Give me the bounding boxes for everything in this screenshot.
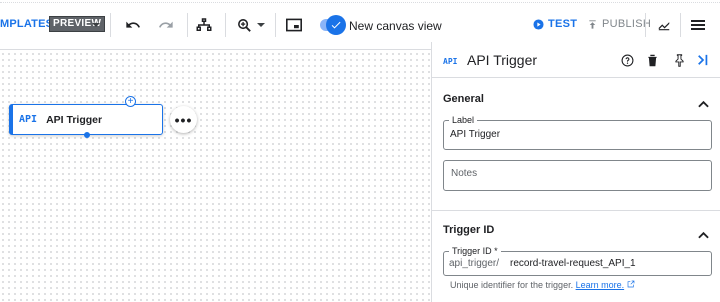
node-output-handle[interactable] bbox=[84, 132, 90, 138]
external-link-icon bbox=[627, 280, 634, 288]
test-button[interactable]: TEST bbox=[533, 18, 577, 30]
panel-header: API API Trigger bbox=[432, 42, 720, 78]
toolbar-separator bbox=[275, 13, 276, 37]
publish-icon bbox=[589, 19, 596, 29]
trigger-id-label: Trigger ID * bbox=[449, 246, 501, 256]
label-field[interactable]: Label API Trigger bbox=[443, 115, 712, 150]
templates-button[interactable]: MPLATES bbox=[0, 18, 53, 30]
toolbar-separator bbox=[680, 13, 681, 37]
publish-button[interactable]: PUBLISH bbox=[587, 18, 651, 30]
toolbar-separator bbox=[187, 13, 188, 37]
canvas-toggle-label: New canvas view bbox=[349, 19, 442, 33]
menu-icon[interactable] bbox=[688, 15, 708, 35]
chevron-up-icon[interactable] bbox=[698, 226, 709, 239]
auto-layout-icon[interactable] bbox=[194, 15, 214, 35]
play-icon bbox=[533, 18, 544, 30]
trigger-id-value: record-travel-request_API_1 bbox=[510, 258, 636, 269]
analytics-icon[interactable] bbox=[654, 15, 674, 35]
pin-icon[interactable] bbox=[671, 52, 687, 68]
version-dropdown-icon[interactable] bbox=[92, 23, 100, 27]
trigger-id-field[interactable]: Trigger ID * api_trigger/ record-travel-… bbox=[443, 246, 712, 276]
toolbar-separator bbox=[225, 13, 226, 37]
collapse-panel-icon[interactable] bbox=[695, 52, 711, 68]
panel-title: API Trigger bbox=[467, 52, 538, 68]
notes-field[interactable]: Notes bbox=[443, 160, 712, 191]
toolbar-separator bbox=[645, 13, 646, 37]
general-section-title: General bbox=[443, 93, 484, 105]
properties-panel: API API Trigger General Label API Trigge… bbox=[431, 42, 720, 302]
add-connection-icon[interactable]: + bbox=[125, 96, 136, 107]
api-trigger-node[interactable]: API API Trigger bbox=[9, 104, 163, 135]
notes-placeholder: Notes bbox=[451, 168, 478, 179]
templates-label: MPLATES bbox=[0, 18, 54, 30]
toolbar-separator bbox=[110, 13, 111, 37]
zoom-dropdown-icon[interactable] bbox=[257, 23, 265, 27]
more-options-button[interactable]: ••• bbox=[170, 106, 197, 133]
help-icon[interactable] bbox=[619, 52, 635, 68]
undo-icon[interactable] bbox=[123, 15, 143, 35]
trigger-id-hint-text: Unique identifier for the trigger. bbox=[450, 280, 574, 290]
minimap-icon[interactable] bbox=[284, 15, 304, 35]
top-divider bbox=[0, 0, 720, 3]
api-icon: API bbox=[19, 114, 38, 125]
trigger-id-prefix: api_trigger/ bbox=[449, 258, 500, 269]
node-title: API Trigger bbox=[46, 113, 103, 126]
trigger-id-hint: Unique identifier for the trigger. Learn… bbox=[450, 280, 635, 290]
test-label: TEST bbox=[548, 18, 578, 30]
learn-more-link[interactable]: Learn more. bbox=[576, 280, 625, 290]
label-field-value: API Trigger bbox=[450, 129, 501, 140]
integration-canvas[interactable] bbox=[0, 51, 431, 302]
publish-label: PUBLISH bbox=[602, 18, 652, 30]
api-icon: API bbox=[443, 57, 458, 66]
redo-icon[interactable] bbox=[156, 15, 176, 35]
zoom-icon[interactable] bbox=[234, 15, 254, 35]
canvas-toggle-check-icon[interactable] bbox=[326, 15, 346, 35]
delete-icon[interactable] bbox=[644, 52, 660, 68]
section-divider bbox=[432, 210, 720, 211]
trigger-section-title: Trigger ID bbox=[443, 224, 495, 236]
label-field-label: Label bbox=[449, 115, 478, 125]
chevron-up-icon[interactable] bbox=[698, 95, 709, 108]
